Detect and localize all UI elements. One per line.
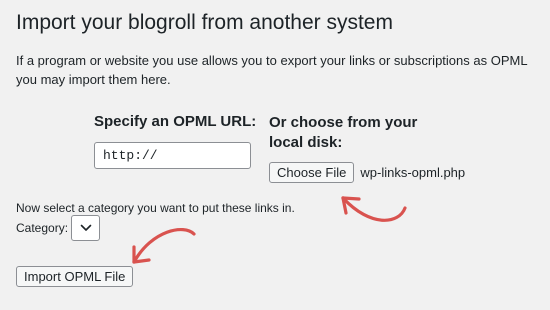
- intro-text: If a program or website you use allows y…: [16, 53, 528, 87]
- category-label: Category:: [16, 221, 69, 235]
- chevron-down-icon: [80, 224, 91, 231]
- page-title: Import your blogroll from another system: [16, 11, 393, 34]
- local-disk-heading: Or choose from your local disk:: [269, 114, 418, 151]
- choose-file-button[interactable]: Choose File: [269, 162, 355, 183]
- category-field: Category:: [16, 215, 101, 241]
- opml-url-input[interactable]: [94, 142, 251, 169]
- category-instruction: Now select a category you want to put th…: [16, 201, 295, 215]
- curved-arrow-icon: [132, 227, 196, 264]
- curved-arrow-icon: [341, 196, 407, 222]
- category-select[interactable]: [71, 215, 101, 241]
- selected-file-name: wp-links-opml.php: [360, 165, 466, 180]
- import-opml-button[interactable]: Import OPML File: [16, 266, 134, 287]
- opml-url-heading: Specify an OPML URL:: [94, 113, 257, 130]
- file-picker: Choose File wp-links-opml.php: [269, 162, 465, 183]
